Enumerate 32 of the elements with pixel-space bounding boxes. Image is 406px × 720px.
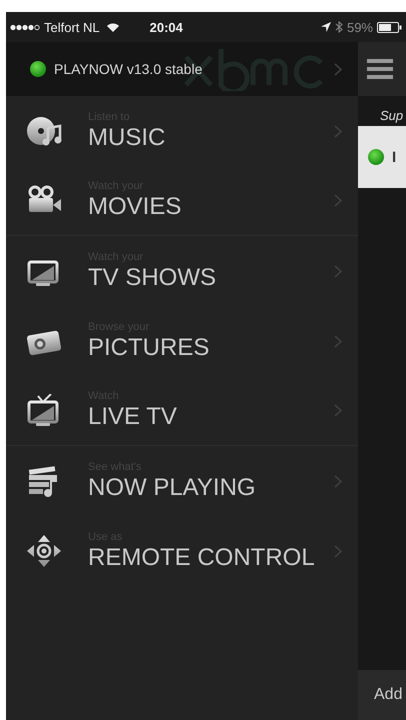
chevron-icon [334, 404, 342, 417]
menu-icon[interactable] [367, 59, 393, 79]
menu-item-title: MOVIES [88, 193, 182, 221]
host-selector[interactable]: PLAYNOW v13.0 stable [6, 42, 358, 96]
chevron-icon [334, 474, 342, 488]
direction-pad-icon [26, 534, 62, 568]
bluetooth-icon [334, 21, 343, 33]
menu-item-title: TV SHOWS [88, 264, 218, 292]
clock-time: 20:04 [150, 20, 183, 34]
chevron-icon [334, 334, 342, 348]
wifi-icon [106, 22, 120, 32]
chevron-icon [334, 124, 342, 138]
menu-item-title: NOW PLAYING [88, 474, 257, 502]
chevron-icon [334, 264, 342, 278]
battery-percent: 59% [346, 20, 373, 34]
chevron-icon [334, 62, 342, 76]
carrier-name: Telfort NL [44, 20, 100, 34]
music-disc-icon [26, 114, 62, 148]
chevron-icon [334, 194, 342, 207]
section-label: Sup [379, 107, 404, 125]
add-button[interactable]: Add [358, 670, 406, 720]
menu-item-title: MUSIC [88, 124, 166, 152]
battery-icon [377, 22, 402, 32]
host-card[interactable]: I [358, 126, 406, 188]
menu-item-title: PICTURES [88, 334, 210, 362]
host-card-label: I [392, 148, 396, 166]
location-arrow-icon [320, 22, 331, 32]
menu-item-title: LIVE TV [88, 403, 178, 431]
menu-item-title: REMOTE CONTROL [88, 544, 316, 572]
host-name: PLAYNOW v13.0 stable [54, 61, 204, 77]
signal-icon [10, 24, 40, 30]
chevron-icon [334, 544, 342, 558]
